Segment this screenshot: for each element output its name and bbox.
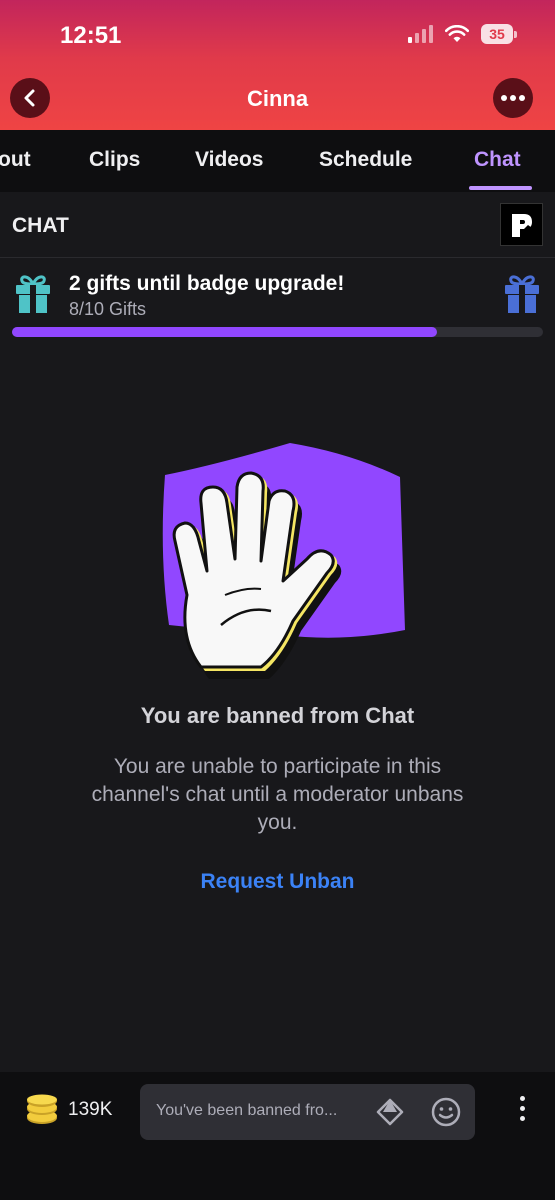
- streamer-logo-icon: [511, 213, 532, 237]
- battery-icon: 35: [481, 24, 517, 44]
- gift-progress-count: 8/10 Gifts: [69, 299, 147, 319]
- top-bar: 12:51 35 Cinna: [0, 0, 555, 130]
- chat-header-title: CHAT: [12, 214, 69, 237]
- chat-input-placeholder: You've been banned fro...: [156, 1102, 338, 1119]
- gift-progress-bar: [12, 327, 543, 337]
- channel-points-button[interactable]: 139K: [24, 1094, 112, 1126]
- kebab-menu-icon[interactable]: [520, 1096, 525, 1121]
- gift-icon: [505, 275, 539, 313]
- gift-progress-fill: [12, 327, 437, 337]
- active-tab-indicator: [469, 186, 532, 190]
- battery-level: 35: [481, 24, 513, 44]
- gift-progress-title: 2 gifts until badge upgrade!: [69, 272, 345, 295]
- emote-smile-icon[interactable]: [430, 1096, 462, 1128]
- diamond-icon[interactable]: [375, 1097, 405, 1127]
- channel-points-count: 139K: [68, 1099, 113, 1120]
- chat-input[interactable]: You've been banned fro...: [140, 1084, 475, 1140]
- request-unban-link[interactable]: Request Unban: [0, 870, 555, 894]
- status-time: 12:51: [60, 22, 122, 49]
- gift-progress-banner[interactable]: 2 gifts until badge upgrade! 8/10 Gifts: [0, 258, 555, 344]
- cellular-signal-icon: [408, 25, 433, 43]
- tab-chat[interactable]: Chat: [474, 148, 521, 172]
- streamer-logo-button[interactable]: [500, 203, 543, 246]
- channel-tabs: out Clips Videos Schedule Chat: [0, 130, 555, 192]
- ban-message: You are unable to participate in this ch…: [91, 755, 464, 834]
- bottom-bar: 139K You've been banned fro...: [0, 1072, 555, 1200]
- more-options-button[interactable]: [493, 78, 533, 118]
- chat-header: CHAT: [0, 192, 555, 258]
- wifi-icon: [445, 25, 469, 42]
- hand-stop-icon: [162, 443, 405, 679]
- ban-title: You are banned from Chat: [140, 703, 415, 728]
- tab-clips[interactable]: Clips: [89, 148, 140, 172]
- tab-schedule[interactable]: Schedule: [319, 148, 412, 172]
- status-icons: 35: [408, 24, 517, 44]
- tab-videos[interactable]: Videos: [195, 148, 263, 172]
- more-options-icon: [501, 95, 525, 101]
- coins-icon: [27, 1094, 57, 1124]
- gift-icon: [16, 275, 50, 313]
- tab-about[interactable]: out: [0, 148, 31, 172]
- channel-title: Cinna: [246, 86, 309, 111]
